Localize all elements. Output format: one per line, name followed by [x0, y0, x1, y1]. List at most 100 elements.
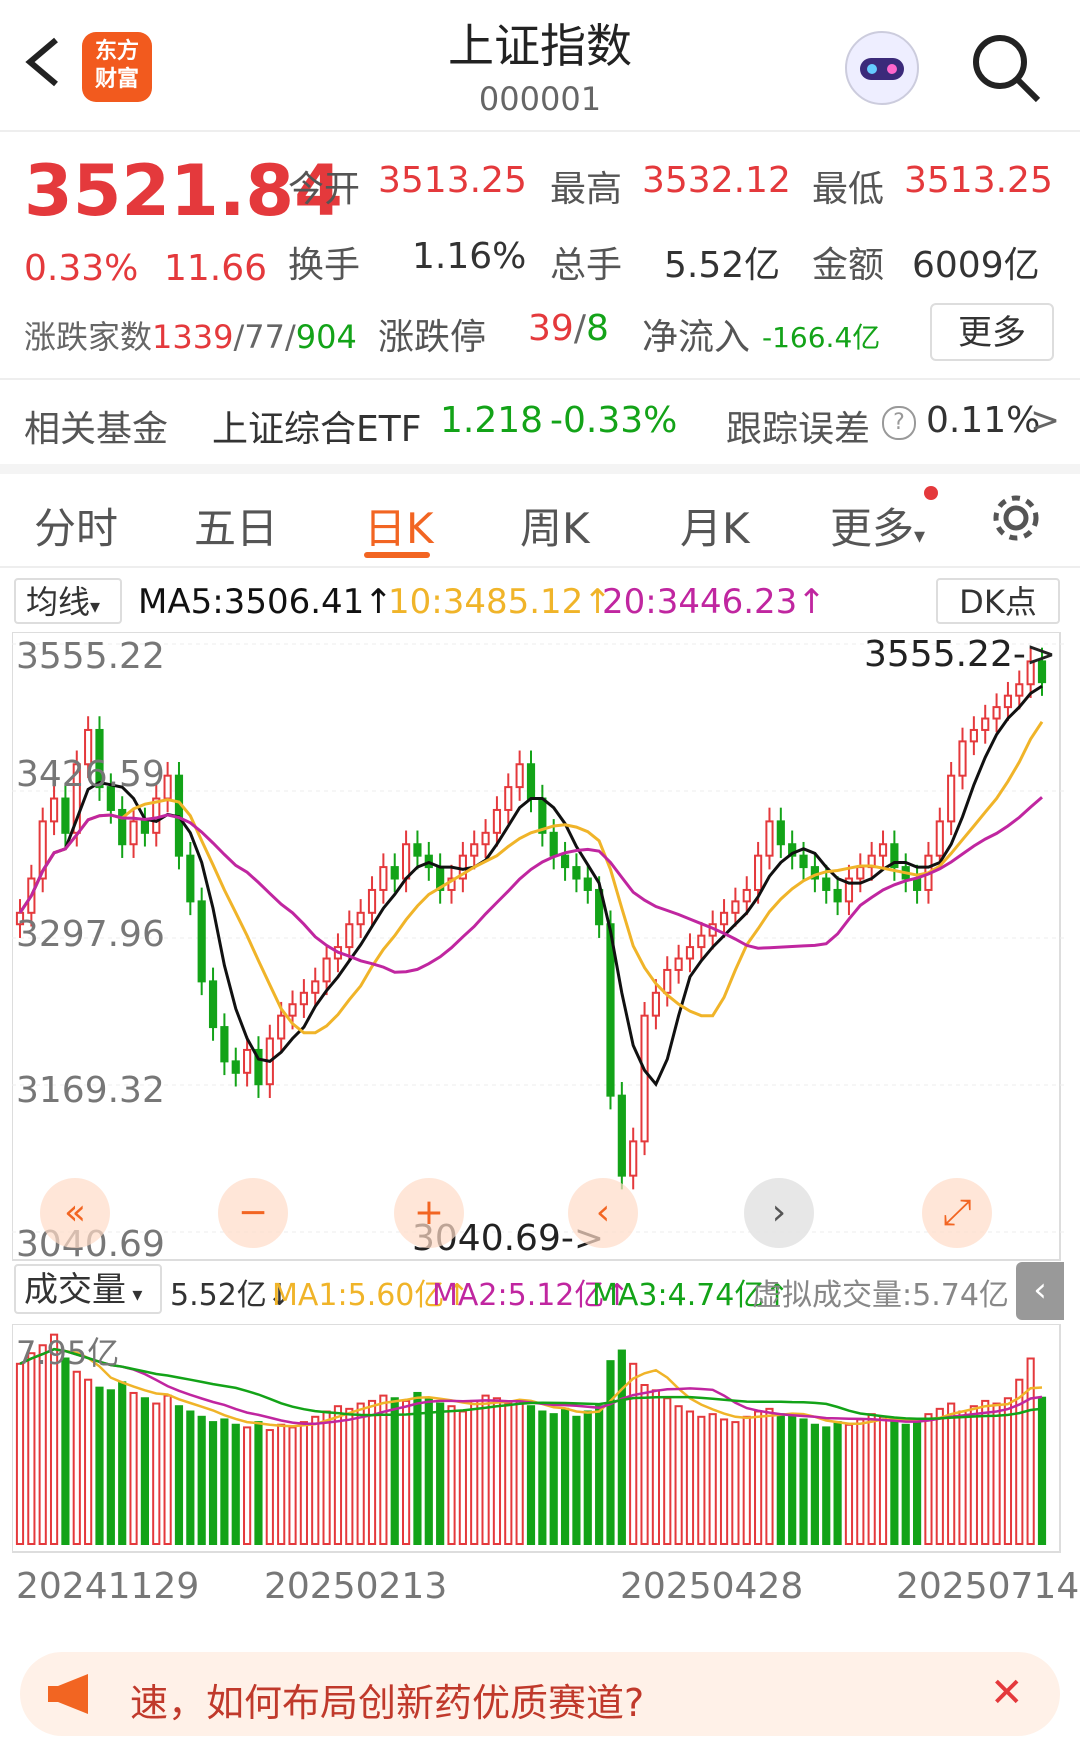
- volume-bar: [402, 1399, 411, 1546]
- volume-bar: [163, 1394, 172, 1545]
- volume-chart[interactable]: [12, 1324, 1064, 1554]
- volume-bar: [367, 1399, 377, 1546]
- collapse-panel-button[interactable]: ‹: [1016, 1262, 1064, 1320]
- low-label: 最低: [812, 169, 885, 210]
- zoom-out-button[interactable]: −: [218, 1178, 288, 1248]
- search-button[interactable]: [968, 30, 1044, 106]
- candle: [140, 820, 149, 834]
- dropdown-icon: ▾: [126, 1282, 143, 1306]
- volume-bar: [754, 1410, 763, 1545]
- candlestick-chart[interactable]: [12, 632, 1064, 1262]
- candle: [629, 1140, 638, 1177]
- fund-change: -0.33%: [550, 400, 678, 441]
- volume-bar: [515, 1399, 524, 1546]
- candle: [504, 786, 513, 811]
- candle: [61, 797, 70, 834]
- volume-bar: [776, 1413, 785, 1546]
- candle: [492, 808, 502, 834]
- volume-bar: [526, 1405, 536, 1545]
- dropdown-icon: ▾: [90, 594, 101, 618]
- more-button[interactable]: 更多: [930, 303, 1054, 361]
- volume-bar: [311, 1415, 320, 1545]
- candle: [799, 854, 808, 869]
- candle: [776, 820, 785, 846]
- tab-five-day[interactable]: 五日: [194, 495, 278, 556]
- notification-dot: [924, 486, 938, 500]
- low-value: 3513.25: [904, 160, 1053, 201]
- amount-label: 金额: [812, 245, 885, 286]
- banner-text: 速，如何布局创新药优质赛道?: [130, 1681, 645, 1725]
- candle: [731, 900, 740, 914]
- divider: [0, 566, 1080, 568]
- volume-bar: [595, 1405, 604, 1545]
- next-button[interactable]: ›: [744, 1178, 814, 1248]
- robot-avatar-icon[interactable]: [842, 28, 922, 108]
- volume-bar: [95, 1386, 104, 1546]
- breadth-down: 904: [295, 318, 357, 356]
- volume-bar: [447, 1405, 456, 1545]
- slash: /: [573, 308, 586, 349]
- close-icon[interactable]: ✕: [990, 1670, 1024, 1716]
- virtual-volume: 虚拟成交量:5.74亿: [752, 1278, 1009, 1313]
- prev-button[interactable]: ‹: [568, 1178, 638, 1248]
- volume-bar: [129, 1391, 138, 1545]
- candle: [379, 866, 388, 891]
- divider: [0, 130, 1080, 132]
- candle: [742, 888, 751, 903]
- candle: [413, 843, 422, 857]
- volume-label: 总手: [550, 245, 623, 286]
- candle: [685, 946, 695, 960]
- volume-bar: [856, 1418, 865, 1545]
- fund-label: 相关基金: [24, 409, 169, 450]
- volume-bar: [617, 1349, 626, 1545]
- volume-bar: [333, 1405, 343, 1545]
- settings-button[interactable]: [988, 490, 1044, 546]
- volume-bar: [379, 1394, 388, 1545]
- breadth-up: 1339: [152, 318, 234, 356]
- limit-label: 涨跌停: [378, 317, 487, 358]
- chevron-right-icon: >: [1030, 400, 1061, 441]
- volume-bar: [1026, 1357, 1035, 1545]
- volume-bar: [243, 1426, 252, 1545]
- candle: [322, 957, 331, 983]
- candle: [549, 831, 558, 857]
- candle: [345, 923, 354, 949]
- ma20-value: 20:3446.23↑: [602, 582, 826, 622]
- volume-bar: [560, 1407, 570, 1545]
- dk-point-button[interactable]: DK点: [936, 578, 1060, 624]
- candle: [288, 1003, 297, 1017]
- volume-bar: [424, 1397, 433, 1545]
- related-fund-row[interactable]: 相关基金 上证综合ETF 1.218 -0.33% 跟踪误差 ? 0.11% >: [0, 380, 1080, 464]
- fullscreen-button[interactable]: ⤢: [922, 1178, 992, 1248]
- date-label: 20250213: [264, 1566, 448, 1607]
- volume-bar: [935, 1407, 944, 1545]
- tab-monthly-k[interactable]: 月K: [680, 495, 750, 556]
- date-label: 20250714: [896, 1566, 1080, 1607]
- candle: [947, 774, 956, 823]
- volume-bar: [356, 1402, 365, 1545]
- volume-bar: [345, 1407, 354, 1545]
- candle: [470, 843, 479, 857]
- volume-bar: [538, 1410, 547, 1545]
- tab-weekly-k[interactable]: 周K: [520, 495, 590, 556]
- volume-bar: [1037, 1396, 1047, 1545]
- volume-bar: [981, 1399, 990, 1546]
- tab-intraday[interactable]: 分时: [34, 495, 118, 556]
- indicator-selector[interactable]: 均线▾: [14, 578, 122, 624]
- tab-daily-k[interactable]: 日K: [364, 495, 434, 556]
- volume-indicator-selector[interactable]: 成交量 ▾: [14, 1264, 162, 1314]
- tab-more[interactable]: 更多▾: [830, 495, 925, 556]
- candle: [719, 911, 729, 926]
- volume-bar: [27, 1352, 36, 1546]
- rewind-button[interactable]: «: [40, 1178, 110, 1248]
- tracking-label: 跟踪误差: [726, 409, 871, 450]
- volume-bar: [152, 1402, 161, 1545]
- volume-bar: [640, 1384, 649, 1545]
- volume-bar: [231, 1423, 240, 1545]
- zoom-in-button[interactable]: +: [394, 1178, 464, 1248]
- volume-bar: [765, 1407, 774, 1545]
- slash: /: [233, 318, 245, 356]
- news-banner[interactable]: 速，如何布局创新药优质赛道? ✕: [20, 1652, 1060, 1736]
- help-icon[interactable]: ?: [882, 406, 916, 440]
- volume-bar: [254, 1421, 263, 1545]
